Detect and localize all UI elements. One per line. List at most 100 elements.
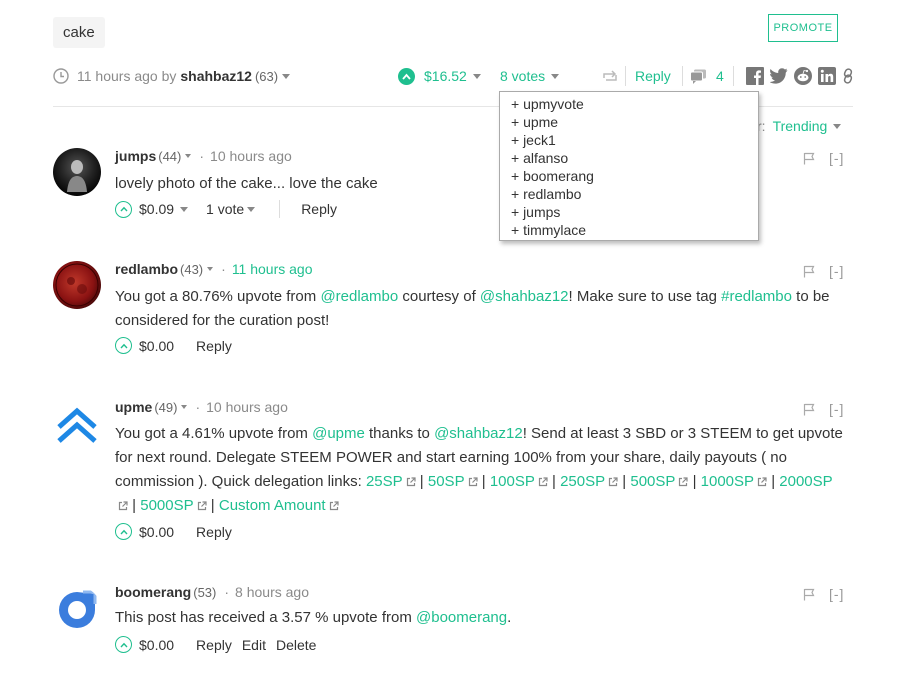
external-link-icon [538,477,548,487]
comment-body: This post has received a 3.57 % upvote f… [115,606,845,630]
avatar[interactable] [53,403,101,451]
delegation-link[interactable]: 500SP [630,473,675,490]
sort-value[interactable]: Trending [773,118,828,134]
avatar[interactable] [53,148,101,196]
upvote-icon[interactable] [398,67,415,85]
reply-button[interactable]: Reply [301,201,337,217]
comment-votes[interactable]: 1 vote [206,201,244,217]
delete-button[interactable]: Delete [276,637,316,653]
comment-time[interactable]: 10 hours ago [206,399,288,415]
author-rep: (53) [193,584,217,600]
reddit-icon[interactable] [794,67,812,85]
delegation-link[interactable]: 25SP [366,473,403,490]
chevron-down-icon[interactable] [181,405,188,409]
post-tag[interactable]: cake [53,17,105,48]
upvote-icon[interactable] [115,200,132,218]
comments-count[interactable]: 4 [690,66,724,86]
upvote-icon[interactable] [115,337,132,354]
comment-author[interactable]: redlambo [115,261,178,277]
chevron-down-icon[interactable] [247,206,256,212]
promote-button[interactable]: PROMOTE [768,14,838,42]
facebook-icon[interactable] [746,67,764,85]
link-icon[interactable] [842,68,854,84]
edit-button[interactable]: Edit [242,637,266,653]
comment-payout[interactable]: $0.00 [139,637,174,653]
comment-body: You got a 80.76% upvote from @redlambo c… [115,285,845,333]
delegation-link[interactable]: Custom Amount [219,497,326,514]
mention-link[interactable]: @redlambo [320,288,398,305]
chevron-down-icon[interactable] [551,73,560,79]
reply-button[interactable]: Reply [196,524,232,540]
voter-item[interactable]: + boomerang [511,167,758,185]
comment-time[interactable]: 10 hours ago [210,148,292,164]
voter-item[interactable]: + jumps [511,203,758,221]
mention-link[interactable]: @shahbaz12 [480,288,569,305]
comment-controls: [-] [803,586,844,602]
twitter-icon[interactable] [770,68,788,84]
body-text: This post has received a 3.57 % upvote f… [115,609,416,626]
comment-body: You got a 4.61% upvote from @upme thanks… [115,422,845,518]
collapse-toggle[interactable]: [-] [829,586,844,602]
post-payout[interactable]: $16.52 [424,68,467,84]
resteem-icon[interactable] [602,66,618,86]
reply-button[interactable]: Reply [196,637,232,653]
upvote-icon[interactable] [115,523,132,540]
delegation-link[interactable]: 100SP [490,473,535,490]
delegation-link[interactable]: 5000SP [140,497,193,514]
voter-item[interactable]: + upme [511,113,758,131]
chevron-down-icon[interactable] [472,73,481,79]
comment-payout[interactable]: $0.09 [139,201,174,217]
comment-author[interactable]: upme [115,399,152,415]
comments-count-value[interactable]: 4 [716,68,724,84]
avatar[interactable] [53,261,101,309]
reply-button[interactable]: Reply [196,338,232,354]
collapse-toggle[interactable]: [-] [829,263,844,279]
upvote-icon[interactable] [115,636,132,653]
voter-item[interactable]: + redlambo [511,185,758,203]
avatar[interactable] [53,586,101,634]
comment-header: jumps (44) · 10 hours ago [115,148,292,164]
votes-toggle[interactable]: 8 votes [500,66,560,86]
hashtag-link[interactable]: #redlambo [721,288,792,305]
collapse-toggle[interactable]: [-] [829,401,844,417]
flag-icon[interactable] [803,152,815,165]
voter-item[interactable]: + timmylace [511,221,758,239]
external-link-icon [118,501,128,511]
votes-label[interactable]: 8 votes [500,68,545,84]
comment-time[interactable]: 8 hours ago [235,584,309,600]
post-author[interactable]: shahbaz12 [180,68,252,84]
voter-item[interactable]: + jeck1 [511,131,758,149]
chevron-down-icon[interactable] [185,154,192,158]
delegation-link[interactable]: 50SP [428,473,465,490]
delegation-link[interactable]: 1000SP [701,473,754,490]
delegation-link[interactable]: 2000SP [779,473,832,490]
body-text: You got a 80.76% upvote from [115,288,321,305]
mention-link[interactable]: @upme [312,425,365,442]
voters-dropdown: + upmyvote + upme + jeck1 + alfanso + bo… [499,91,759,241]
comment-author[interactable]: boomerang [115,584,191,600]
delegation-link[interactable]: 250SP [560,473,605,490]
chevron-down-icon[interactable] [833,123,842,129]
comment-payout[interactable]: $0.00 [139,524,174,540]
external-link-icon [406,477,416,487]
comment-payout[interactable]: $0.00 [139,338,174,354]
collapse-toggle[interactable]: [-] [829,150,844,166]
mention-link[interactable]: @boomerang [416,609,507,626]
linkedin-icon[interactable] [818,67,836,85]
divider [682,66,683,86]
comment-time[interactable]: 11 hours ago [232,261,313,277]
chevron-down-icon[interactable] [207,267,214,271]
voter-item[interactable]: + alfanso [511,149,758,167]
post-author-rep: (63) [254,68,279,84]
chevron-down-icon[interactable] [180,206,189,212]
mention-link[interactable]: @shahbaz12 [434,425,523,442]
chevron-down-icon[interactable] [282,73,291,79]
flag-icon[interactable] [803,265,815,278]
flag-icon[interactable] [803,403,815,416]
comment-author[interactable]: jumps [115,148,156,164]
voter-item[interactable]: + upmyvote [511,95,758,113]
comment-header: boomerang (53) · 8 hours ago [115,584,309,600]
flag-icon[interactable] [803,588,815,601]
sort-selector[interactable]: r: Trending [757,118,842,134]
post-reply-button[interactable]: Reply [635,66,671,86]
